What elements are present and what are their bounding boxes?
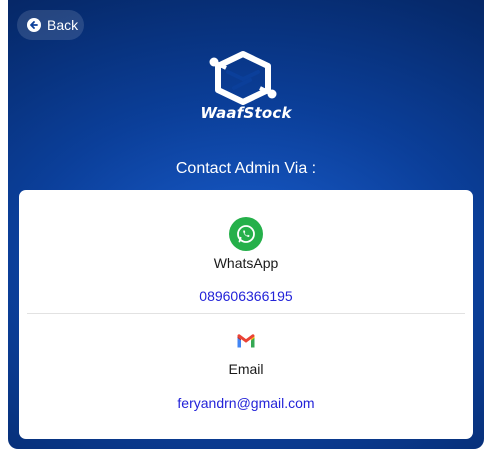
whatsapp-icon[interactable] <box>229 217 263 251</box>
brand-name: WaafStock <box>200 104 292 122</box>
arrow-left-icon <box>27 18 41 32</box>
contact-panel: Back WaafStock Contact Admin Via : Whats… <box>8 0 484 449</box>
app-frame: Back WaafStock Contact Admin Via : Whats… <box>8 0 484 451</box>
waafstock-logo-icon <box>209 51 277 105</box>
back-button[interactable]: Back <box>17 10 84 40</box>
divider <box>27 313 465 314</box>
gmail-icon[interactable] <box>236 333 256 349</box>
whatsapp-number-link[interactable]: 089606366195 <box>19 288 473 304</box>
contact-title: Contact Admin Via : <box>175 160 317 177</box>
back-label: Back <box>47 17 79 33</box>
email-address-link[interactable]: feryandrn@gmail.com <box>19 395 473 411</box>
whatsapp-label: WhatsApp <box>213 255 279 271</box>
email-label: Email <box>228 361 264 377</box>
contact-card: WhatsApp 089606366195 Email feryandrn@gm… <box>19 190 473 439</box>
